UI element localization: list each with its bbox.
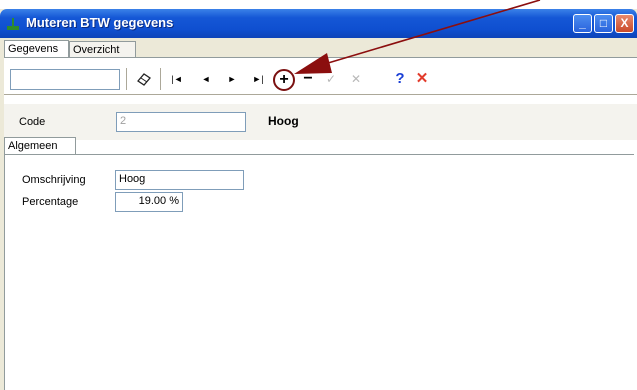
help-icon[interactable]: ? <box>392 70 408 88</box>
minimize-icon: _ <box>579 16 586 30</box>
close-icon[interactable]: ✕ <box>414 70 430 88</box>
post-icon[interactable]: ✓ <box>323 70 339 88</box>
code-label: Code <box>19 116 46 128</box>
title-bar[interactable]: Muteren BTW gegevens _ □ X <box>0 9 637 38</box>
window-title: Muteren BTW gegevens <box>26 15 174 30</box>
delete-record-icon[interactable]: − <box>300 70 316 88</box>
add-record-icon: + <box>279 71 289 88</box>
add-record-button[interactable]: + <box>273 69 295 91</box>
omschrijving-label: Omschrijving <box>22 174 86 186</box>
toolbar-separator <box>126 68 127 90</box>
maximize-icon: □ <box>599 16 608 30</box>
maximize-button[interactable]: □ <box>594 14 613 33</box>
tab-label: Overzicht <box>73 44 120 56</box>
minimize-button[interactable]: _ <box>573 14 592 33</box>
code-description: Hoog <box>268 114 299 128</box>
eraser-icon[interactable] <box>136 72 152 86</box>
tab-label: Algemeen <box>8 140 58 152</box>
toolbar-separator <box>160 68 161 90</box>
percentage-field[interactable]: 19.00 % <box>115 192 183 212</box>
navigator-input[interactable] <box>10 69 120 90</box>
percentage-label: Percentage <box>22 196 79 208</box>
tab-overzicht[interactable]: Overzicht <box>69 41 136 57</box>
code-row: Code 2 Hoog <box>4 104 637 140</box>
algemeen-panel: Omschrijving Hoog Percentage 19.00 % <box>4 154 634 390</box>
record-navigator-toolbar: |◄ ◄ ► ►| + − ✓ ✕ ? ✕ <box>4 62 637 95</box>
close-icon: X <box>620 16 629 30</box>
close-window-button[interactable]: X <box>615 14 634 33</box>
next-record-icon[interactable]: ► <box>224 70 240 88</box>
tab-label: Gegevens <box>8 43 59 55</box>
first-record-icon[interactable]: |◄ <box>169 70 185 88</box>
code-field[interactable]: 2 <box>116 112 246 132</box>
omschrijving-field[interactable]: Hoog <box>115 170 244 190</box>
cancel-icon[interactable]: ✕ <box>348 70 364 88</box>
tab-algemeen[interactable]: Algemeen <box>4 137 76 154</box>
tab-gegevens[interactable]: Gegevens <box>4 40 69 57</box>
last-record-icon[interactable]: ►| <box>250 70 266 88</box>
app-icon <box>7 18 19 30</box>
application-window: Muteren BTW gegevens _ □ X Gegevens Over… <box>0 9 637 390</box>
prev-record-icon[interactable]: ◄ <box>198 70 214 88</box>
